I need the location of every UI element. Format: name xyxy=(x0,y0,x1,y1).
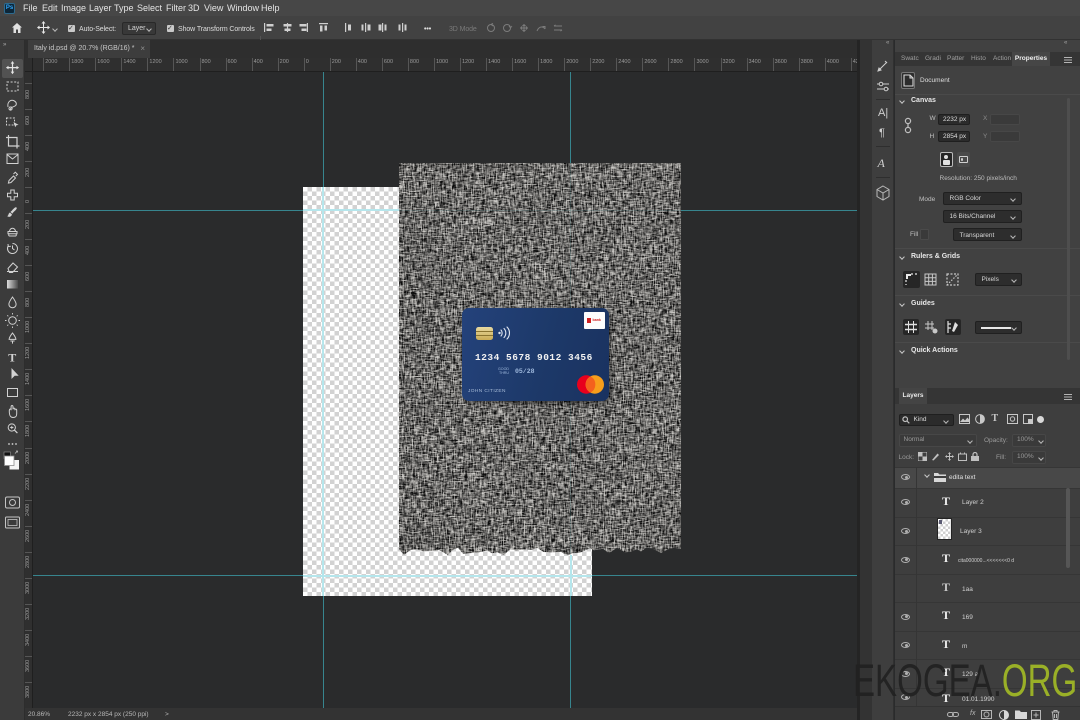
svg-text:T: T xyxy=(8,351,16,365)
svg-text:A|: A| xyxy=(878,107,888,119)
svg-text:¶: ¶ xyxy=(879,127,885,139)
svg-text:A: A xyxy=(877,156,886,170)
